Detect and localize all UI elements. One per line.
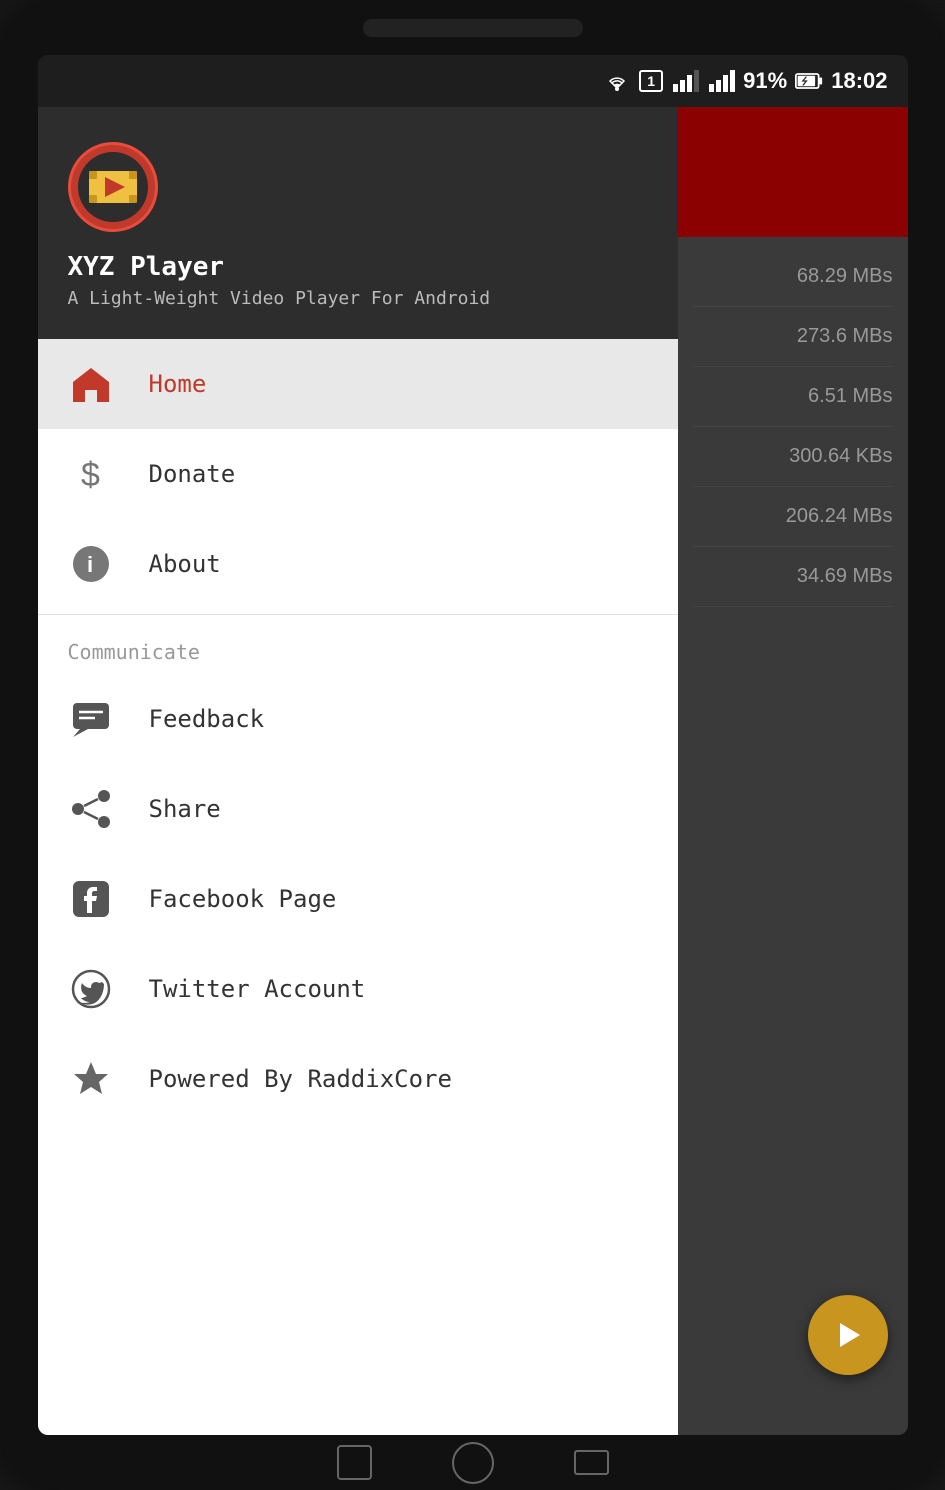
- feedback-svg: [70, 698, 112, 740]
- donate-icon: $: [68, 451, 114, 497]
- facebook-svg: [70, 878, 112, 920]
- nav-item-twitter[interactable]: Twitter Account: [38, 944, 678, 1034]
- home-button[interactable]: [452, 1442, 494, 1484]
- logo-icon: [87, 167, 139, 207]
- twitter-icon: [68, 966, 114, 1012]
- battery-percent: 91%: [743, 68, 787, 94]
- app-logo: [68, 142, 158, 232]
- signal2-icon: [707, 70, 735, 92]
- navigation-drawer: XYZ Player A Light-Weight Video Player F…: [38, 107, 678, 1435]
- bg-list-item: 6.51 MBs: [693, 367, 893, 427]
- svg-text:i: i: [87, 552, 93, 577]
- share-svg: [70, 788, 112, 830]
- nav-label-share: Share: [149, 795, 221, 823]
- phone-bottom-bar: [0, 1435, 945, 1490]
- nav-label-home: Home: [149, 370, 207, 398]
- app-logo-inner: [78, 152, 148, 222]
- nav-item-powered[interactable]: Powered By RaddixCore: [38, 1034, 678, 1124]
- nav-label-donate: Donate: [149, 460, 236, 488]
- nav-divider: [38, 614, 678, 615]
- back-button[interactable]: [337, 1445, 372, 1480]
- sim-icon: 1: [639, 70, 663, 92]
- bg-list-item: 300.64 KBs: [693, 427, 893, 487]
- share-icon: [68, 786, 114, 832]
- twitter-svg: [70, 968, 112, 1010]
- about-icon: i: [68, 541, 114, 587]
- status-icons: 1 91%: [603, 68, 887, 94]
- bg-list-item: 68.29 MBs: [693, 247, 893, 307]
- info-svg: i: [70, 543, 112, 585]
- star-svg: [70, 1058, 112, 1100]
- nav-item-share[interactable]: Share: [38, 764, 678, 854]
- home-svg: [70, 364, 112, 404]
- nav-label-facebook: Facebook Page: [149, 885, 337, 913]
- bg-content: 68.29 MBs 273.6 MBs 6.51 MBs 300.64 KBs …: [678, 107, 908, 1435]
- nav-item-feedback[interactable]: Feedback: [38, 674, 678, 764]
- bg-list-item: 34.69 MBs: [693, 547, 893, 607]
- recents-button[interactable]: [574, 1450, 609, 1475]
- nav-item-home[interactable]: Home: [38, 339, 678, 429]
- bg-list: 68.29 MBs 273.6 MBs 6.51 MBs 300.64 KBs …: [678, 237, 908, 617]
- play-icon: [830, 1317, 866, 1353]
- phone-notch: [363, 19, 583, 37]
- status-bar: 1 91%: [38, 55, 908, 107]
- drawer-header: XYZ Player A Light-Weight Video Player F…: [38, 107, 678, 339]
- nav-label-feedback: Feedback: [149, 705, 265, 733]
- nav-label-powered: Powered By RaddixCore: [149, 1065, 452, 1093]
- nav-label-twitter: Twitter Account: [149, 975, 366, 1003]
- nav-item-about[interactable]: i About: [38, 519, 678, 609]
- signal1-icon: [671, 70, 699, 92]
- home-icon: [68, 361, 114, 407]
- phone-frame: 1 91%: [0, 0, 945, 1490]
- bg-list-item: 273.6 MBs: [693, 307, 893, 367]
- status-time: 18:02: [831, 68, 887, 94]
- dollar-svg: $: [73, 454, 109, 494]
- play-fab-button[interactable]: [808, 1295, 888, 1375]
- feedback-icon: [68, 696, 114, 742]
- nav-item-facebook[interactable]: Facebook Page: [38, 854, 678, 944]
- facebook-icon: [68, 876, 114, 922]
- app-subtitle: A Light-Weight Video Player For Android: [68, 288, 648, 309]
- screen-content: 68.29 MBs 273.6 MBs 6.51 MBs 300.64 KBs …: [38, 107, 908, 1435]
- bg-header: [678, 107, 908, 237]
- battery-icon: [795, 70, 823, 92]
- phone-notch-bar: [0, 0, 945, 55]
- nav-label-about: About: [149, 550, 221, 578]
- communicate-section-header: Communicate: [38, 620, 678, 674]
- powered-icon: [68, 1056, 114, 1102]
- phone-screen: 1 91%: [38, 55, 908, 1435]
- nav-item-donate[interactable]: $ Donate: [38, 429, 678, 519]
- wifi-icon: [603, 70, 631, 92]
- bg-list-item: 206.24 MBs: [693, 487, 893, 547]
- app-name: XYZ Player: [68, 252, 648, 282]
- svg-text:$: $: [81, 456, 100, 494]
